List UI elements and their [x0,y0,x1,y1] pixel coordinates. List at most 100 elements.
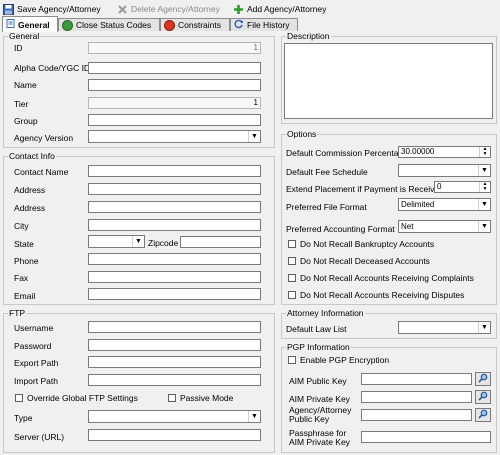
id-label: ID [14,43,23,53]
extend-placement-input[interactable]: 0 ▲ ▼ [434,181,491,193]
tier-field[interactable]: 1 [88,97,261,109]
delete-button[interactable]: Delete Agency/Attorney [117,2,220,16]
password-input[interactable] [88,339,261,351]
fax-input[interactable] [88,271,261,283]
chevron-down-icon: ▼ [478,322,490,333]
export-path-input[interactable] [88,356,261,368]
chevron-down-icon: ▼ [248,411,260,422]
passphrase-label: Passphrase for AIM Private Key [289,429,350,447]
private-key-label: AIM Private Key [289,394,350,404]
file-format-select[interactable]: Delimited ▼ [398,198,491,211]
public-key-input[interactable] [361,373,472,385]
group-input[interactable] [88,114,261,126]
spinner-icon[interactable]: ▲ ▼ [479,147,490,157]
recall-deceased-label: Do Not Recall Deceased Accounts [300,256,430,266]
recall-disputes-box[interactable] [288,291,296,299]
file-format-label: Preferred File Format [286,202,367,212]
city-input[interactable] [88,219,261,231]
override-ftp-checkbox[interactable]: Override Global FTP Settings [15,393,138,403]
enable-pgp-box[interactable] [288,356,296,364]
law-list-select[interactable]: ▼ [398,321,491,334]
enable-pgp-checkbox[interactable]: Enable PGP Encryption [288,355,389,365]
recall-complaints-checkbox[interactable]: Do Not Recall Accounts Receiving Complai… [288,273,474,283]
email-label: Email [14,291,36,301]
extend-placement-label: Extend Placement if Payment is Received [286,184,444,194]
spinner-icon[interactable]: ▲ ▼ [479,182,490,192]
alpha-code-label: Alpha Code/YGC ID [14,63,91,73]
attorney-info-group-title: Attorney Information [286,308,365,318]
save-button[interactable]: Save Agency/Attorney [3,2,101,16]
tab-bar: General Close Status Codes Constraints F… [0,16,500,33]
magnifier-icon [478,409,488,421]
passive-mode-label: Passive Mode [180,393,234,403]
save-button-label: Save Agency/Attorney [17,4,101,14]
recall-bankruptcy-checkbox[interactable]: Do Not Recall Bankruptcy Accounts [288,239,434,249]
fee-schedule-select[interactable]: ▼ [398,164,491,177]
add-button[interactable]: Add Agency/Attorney [233,2,326,16]
email-input[interactable] [88,288,261,300]
recall-complaints-box[interactable] [288,274,296,282]
zipcode-input[interactable] [180,236,261,248]
recall-deceased-box[interactable] [288,257,296,265]
import-path-input[interactable] [88,374,261,386]
agency-version-label: Agency Version [14,133,74,143]
accounting-format-value: Net [401,222,414,231]
commission-input[interactable]: 30.00000 ▲ ▼ [398,146,491,158]
name-label: Name [14,80,37,90]
tab-close-status-codes[interactable]: Close Status Codes [58,18,160,31]
agency-version-select[interactable]: ▼ [88,130,261,143]
ftp-type-select[interactable]: ▼ [88,410,261,423]
address1-label: Address [14,185,46,195]
stop-icon [164,19,175,31]
id-field: 1 [88,42,261,54]
server-url-input[interactable] [88,429,261,441]
passive-mode-box[interactable] [168,394,176,402]
commission-value: 30.00000 [401,147,435,156]
add-icon [233,4,244,15]
passive-mode-checkbox[interactable]: Passive Mode [168,393,233,403]
password-label: Password [14,341,52,351]
phone-label: Phone [14,256,39,266]
accounting-format-label: Preferred Accounting Format [286,224,395,234]
private-key-browse-button[interactable] [475,390,491,404]
pgp-info-group-title: PGP Information [286,342,351,352]
contact-name-input[interactable] [88,165,261,177]
save-icon [3,3,14,15]
add-button-label: Add Agency/Attorney [247,4,327,14]
address2-label: Address [14,203,46,213]
phone-input[interactable] [88,253,261,265]
recall-bankruptcy-box[interactable] [288,240,296,248]
private-key-input[interactable] [361,391,472,403]
passphrase-input[interactable] [361,431,491,443]
contact-info-group-title: Contact Info [8,151,56,161]
contact-name-label: Contact Name [14,167,69,177]
general-group-title: General [8,31,41,41]
toolbar: Save Agency/Attorney Delete Agency/Attor… [0,0,500,17]
agency-public-key-input[interactable] [361,409,472,421]
alpha-code-input[interactable] [88,62,261,74]
name-input[interactable] [88,79,261,91]
address1-input[interactable] [88,183,261,195]
tab-file-history[interactable]: File History [230,18,298,31]
agency-public-key-label-line2: Public Key [289,414,330,424]
city-label: City [14,221,29,231]
state-select[interactable]: ▼ [88,235,145,248]
username-input[interactable] [88,321,261,333]
tab-general[interactable]: General [2,16,58,32]
description-textarea[interactable] [284,43,493,119]
chevron-down-icon: ▼ [478,165,490,176]
override-ftp-box[interactable] [15,394,23,402]
recall-deceased-checkbox[interactable]: Do Not Recall Deceased Accounts [288,256,430,266]
address2-input[interactable] [88,201,261,213]
tab-constraints[interactable]: Constraints [160,18,230,31]
public-key-browse-button[interactable] [475,372,491,386]
recall-disputes-checkbox[interactable]: Do Not Recall Accounts Receiving Dispute… [288,290,464,300]
recall-disputes-label: Do Not Recall Accounts Receiving Dispute… [300,290,465,300]
accounting-format-select[interactable]: Net ▼ [398,220,491,233]
recall-complaints-label: Do Not Recall Accounts Receiving Complai… [300,273,474,283]
options-group-title: Options [286,129,318,139]
agency-public-key-browse-button[interactable] [475,408,491,422]
public-key-label: AIM Public Key [289,376,347,386]
import-path-label: Import Path [14,376,58,386]
chevron-down-icon: ▼ [478,221,490,232]
